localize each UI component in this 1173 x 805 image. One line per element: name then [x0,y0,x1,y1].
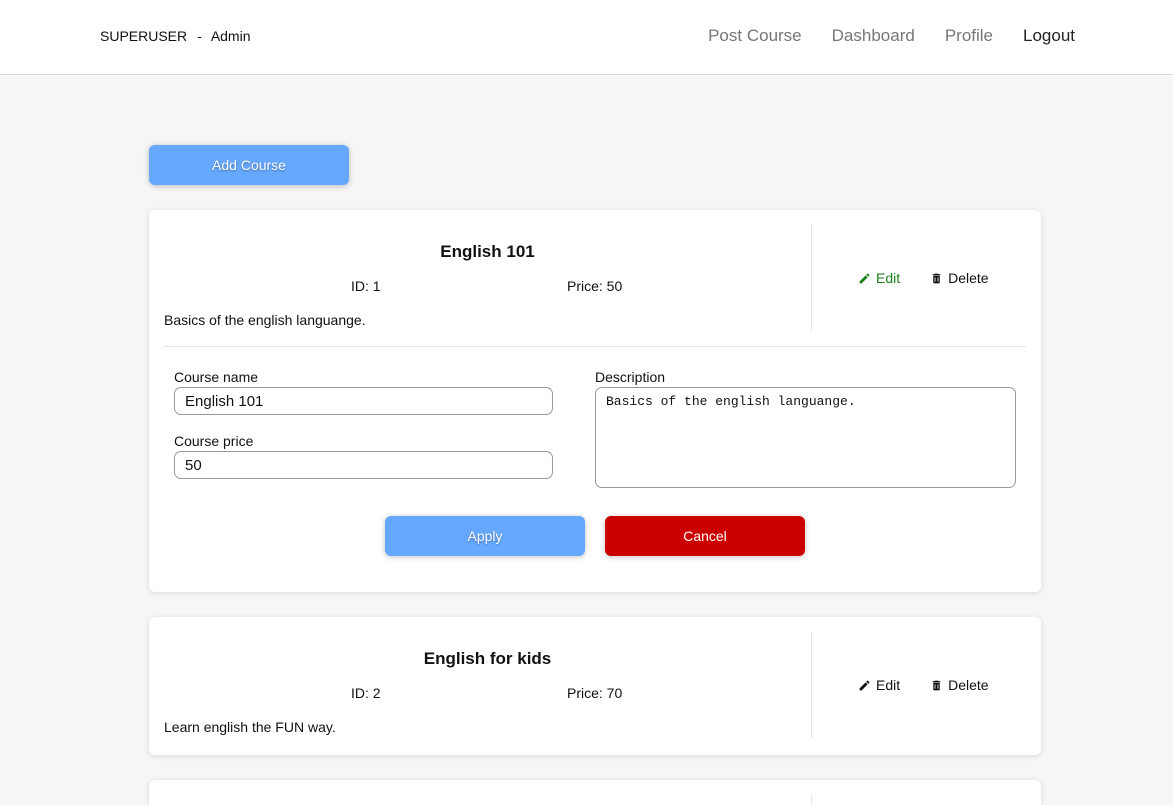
card-divider [164,346,1026,347]
brand-role: Admin [210,28,251,44]
course-info: English for kids ID: 2 Price: 70 Learn e… [164,632,812,738]
course-title: English 101 [440,242,535,261]
delete-label: Delete [948,270,989,286]
course-price: Price: 50 [567,278,623,294]
delete-button[interactable]: Delete [930,677,989,693]
card-column-divider [811,795,812,805]
brand-username: SUPERUSER [100,28,188,44]
course-id: ID: 1 [351,278,381,294]
course-info: English 101 ID: 1 Price: 50 Basics of th… [164,225,812,331]
description-textarea[interactable]: Basics of the english languange. [595,387,1016,488]
trash-icon [932,680,941,690]
edit-label: Edit [876,677,901,693]
course-description: Basics of the english languange. [164,312,366,328]
course-meta: ID: 2 Price: 70 [164,685,811,703]
nav-profile[interactable]: Profile [945,26,993,46]
course-actions: Edit Delete [858,677,989,693]
course-meta: ID: 1 Price: 50 [164,278,811,296]
top-navbar: SUPERUSER - Admin Post Course Dashboard Pr… [0,0,1173,75]
nav-post-course[interactable]: Post Course [708,26,802,46]
brand-separator: - [197,28,202,44]
course-card: English 101 ID: 1 Price: 50 Basics of th… [149,210,1041,592]
course-id: ID: 2 [351,685,381,701]
pencil-icon [859,273,870,283]
description-label: Description [595,369,666,385]
add-course-button[interactable]: Add Course [149,145,349,185]
delete-label: Delete [948,677,989,693]
edit-label: Edit [876,270,901,286]
edit-button[interactable]: Edit [858,270,900,286]
course-actions: Edit Delete [858,270,989,286]
delete-button[interactable]: Delete [930,270,989,286]
nav-logout[interactable]: Logout [1023,26,1075,46]
brand: SUPERUSER - Admin [100,28,251,44]
trash-icon [932,273,941,283]
nav-dashboard[interactable]: Dashboard [832,26,915,46]
nav-links: Post Course Dashboard Profile Logout [708,26,1075,46]
course-card: English for kids ID: 2 Price: 70 Learn e… [149,617,1041,755]
course-price: Price: 70 [567,685,623,701]
course-name-label: Course name [174,369,259,385]
edit-button[interactable]: Edit [858,677,900,693]
apply-button[interactable]: Apply [385,516,585,556]
course-name-input[interactable] [174,387,553,415]
course-card [149,780,1041,805]
course-description: Learn english the FUN way. [164,719,336,735]
course-price-input[interactable] [174,451,553,479]
course-title: English for kids [423,649,552,668]
pencil-icon [859,680,870,690]
cancel-button[interactable]: Cancel [605,516,805,556]
course-price-label: Course price [174,433,254,449]
